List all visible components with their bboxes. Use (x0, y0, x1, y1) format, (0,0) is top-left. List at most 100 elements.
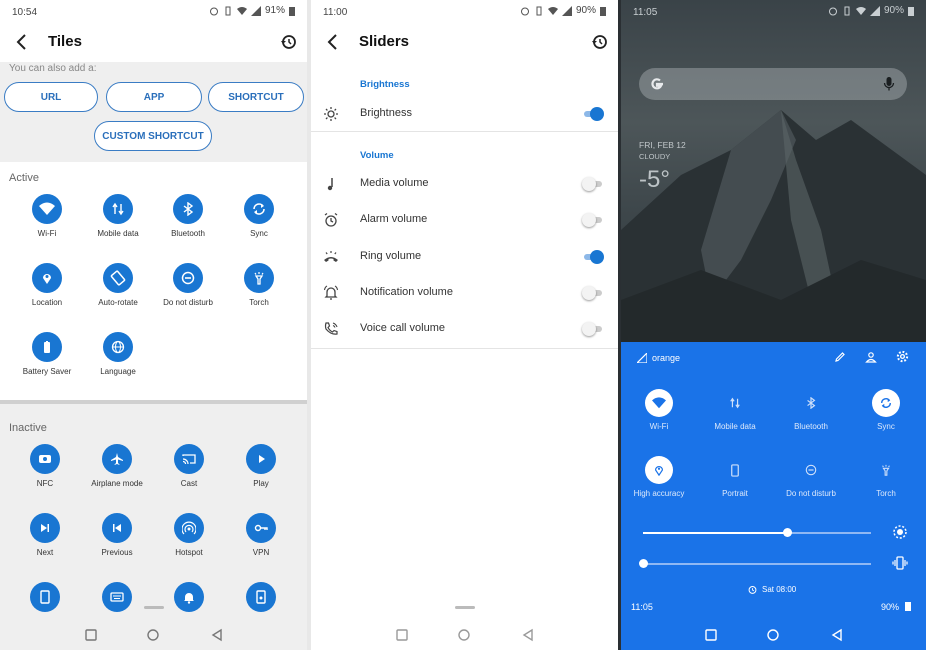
status-time: 11:05 (633, 7, 658, 18)
tile-vpn[interactable]: VPN (229, 513, 293, 557)
tile-label: Previous (101, 548, 133, 557)
home-icon[interactable] (146, 628, 160, 642)
app-button[interactable]: APP (106, 82, 202, 112)
voice-call-volume-row[interactable]: Voice call volume (311, 311, 618, 347)
vibrate-icon (536, 6, 542, 15)
tile-label: VPN (252, 548, 270, 557)
restore-icon[interactable] (590, 32, 610, 52)
battery-percent: 90% (883, 5, 904, 16)
ring-volume-row[interactable]: Ring volume (311, 239, 618, 275)
location-icon (654, 466, 664, 476)
tile-mobile-data[interactable]: Mobile data (86, 194, 150, 238)
tile-torch[interactable]: Torch (227, 263, 291, 307)
wifi-icon (39, 202, 55, 215)
back-arrow-icon[interactable] (323, 32, 343, 52)
tile-wifi[interactable]: Wi-Fi (15, 194, 79, 238)
qs-tile-sync[interactable]: Sync (848, 389, 924, 431)
tile-do-not-disturb[interactable]: Do not disturb (156, 263, 220, 307)
tile-label: NFC (36, 479, 54, 488)
google-g-icon (651, 78, 663, 90)
tile-previous[interactable]: Previous (85, 513, 149, 557)
wifi-icon (236, 6, 247, 15)
sync-icon (881, 398, 891, 408)
auto-rotate-icon (110, 270, 126, 286)
volume-slider-track[interactable] (643, 563, 871, 565)
tile-label: Do not disturb (163, 298, 213, 307)
brightness-icon (324, 107, 338, 121)
qs-tile-torch[interactable]: Torch (848, 456, 924, 498)
tile-partial[interactable] (229, 582, 293, 612)
media-volume-row[interactable]: Media volume (311, 166, 618, 202)
qs-tile-mobile-data[interactable]: Mobile data (697, 389, 773, 431)
tile-partial[interactable] (85, 582, 149, 612)
tile-label: Auto-rotate (98, 298, 138, 307)
url-button[interactable]: URL (4, 82, 98, 112)
vibrate-icon (225, 6, 231, 15)
back-icon[interactable] (210, 628, 224, 642)
brightness-slider-fill (643, 532, 787, 534)
drag-handle[interactable] (143, 606, 164, 609)
qs-tile-wifi[interactable]: Wi-Fi (621, 389, 697, 431)
divider (311, 131, 618, 132)
home-icon[interactable] (457, 628, 471, 642)
alarm-volume-row[interactable]: Alarm volume (311, 202, 618, 238)
back-icon[interactable] (521, 628, 535, 642)
alarm-volume-toggle[interactable] (582, 213, 604, 227)
airplane-icon (111, 453, 123, 465)
restore-icon[interactable] (279, 32, 299, 52)
vpn-key-icon (254, 524, 268, 532)
tile-battery-saver[interactable]: Battery Saver (15, 332, 79, 376)
voice-call-volume-toggle[interactable] (582, 322, 604, 336)
user-icon[interactable] (865, 351, 877, 363)
notification-volume-row[interactable]: Notification volume (311, 275, 618, 311)
status-time: 10:54 (12, 7, 38, 18)
edit-pencil-icon[interactable] (834, 351, 846, 363)
microphone-icon[interactable] (883, 76, 895, 92)
ring-volume-toggle[interactable] (582, 250, 604, 264)
add-options-area: You can also add a: URL APP SHORTCUT CUS… (0, 62, 307, 162)
sliders-screen: 11:00 90% Sliders Brightness Brightness … (311, 0, 618, 650)
volume-label: Alarm volume (360, 213, 428, 225)
tile-hotspot[interactable]: Hotspot (157, 513, 221, 557)
back-arrow-icon[interactable] (12, 32, 32, 52)
brightness-toggle[interactable] (582, 107, 604, 121)
recents-icon[interactable] (395, 628, 409, 642)
tile-auto-rotate[interactable]: Auto-rotate (86, 263, 150, 307)
tile-partial[interactable] (13, 582, 77, 612)
custom-shortcut-button[interactable]: CUSTOM SHORTCUT (94, 121, 212, 151)
battery-icon (289, 6, 295, 16)
brightness-row[interactable]: Brightness (311, 96, 618, 132)
vibrate-icon[interactable] (892, 556, 908, 570)
tile-play[interactable]: Play (229, 444, 293, 488)
back-icon[interactable] (830, 628, 844, 642)
tile-nfc[interactable]: NFC (13, 444, 77, 488)
google-search-bar[interactable] (639, 68, 907, 100)
qs-tile-do-not-disturb[interactable]: Do not disturb (773, 456, 849, 498)
settings-gear-icon[interactable] (896, 350, 909, 363)
next-alarm[interactable]: Sat 08:00 (762, 585, 796, 594)
recents-icon[interactable] (704, 628, 718, 642)
recents-icon[interactable] (84, 628, 98, 642)
brightness-label: Brightness (360, 107, 412, 119)
media-volume-toggle[interactable] (582, 177, 604, 191)
home-icon[interactable] (766, 628, 780, 642)
tile-label: Bluetooth (171, 229, 205, 238)
tile-airplane-mode[interactable]: Airplane mode (85, 444, 149, 488)
tile-language[interactable]: Language (86, 332, 150, 376)
qs-tile-portrait[interactable]: Portrait (697, 456, 773, 498)
qs-tile-high-accuracy[interactable]: High accuracy (621, 456, 697, 498)
qs-tile-bluetooth[interactable]: Bluetooth (773, 389, 849, 431)
cell-signal-icon (637, 353, 647, 363)
tile-next[interactable]: Next (13, 513, 77, 557)
tile-bluetooth[interactable]: Bluetooth (156, 194, 220, 238)
tile-location[interactable]: Location (15, 263, 79, 307)
tile-cast[interactable]: Cast (157, 444, 221, 488)
shortcut-button[interactable]: SHORTCUT (208, 82, 304, 112)
brightness-auto-icon[interactable] (892, 524, 908, 540)
volume-slider-thumb[interactable] (639, 559, 648, 568)
tile-partial[interactable] (157, 582, 221, 612)
brightness-slider-thumb[interactable] (782, 528, 792, 537)
notification-volume-toggle[interactable] (582, 286, 604, 300)
tile-sync[interactable]: Sync (227, 194, 291, 238)
drag-handle[interactable] (454, 606, 475, 609)
